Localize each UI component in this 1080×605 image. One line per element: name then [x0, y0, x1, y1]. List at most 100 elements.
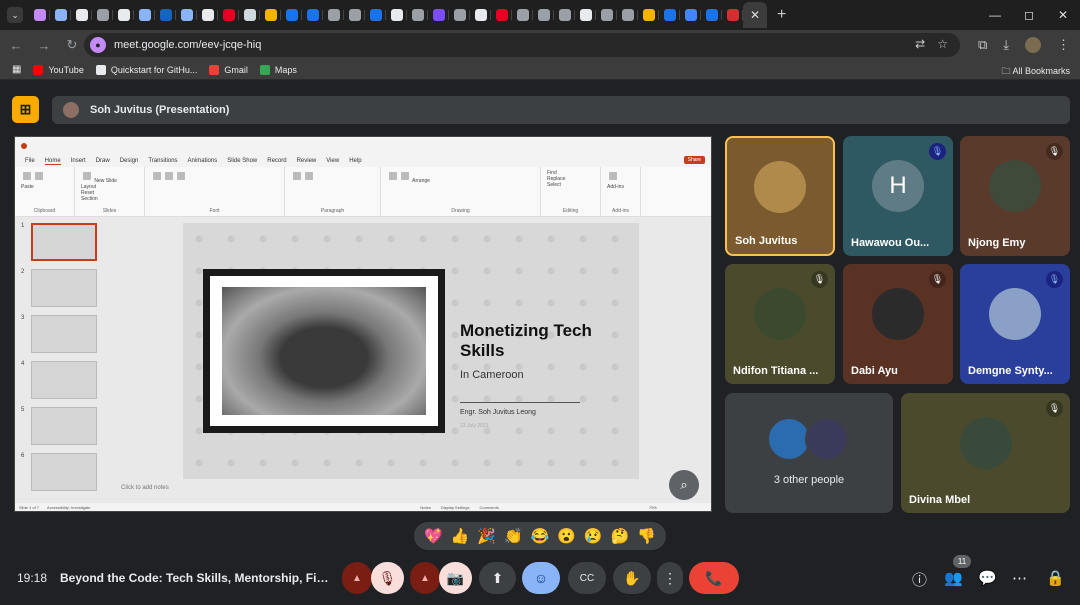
forward-icon[interactable]: → [32, 38, 56, 53]
browser-tab[interactable] [491, 2, 512, 28]
browser-tab[interactable] [533, 2, 554, 28]
browser-tab[interactable] [554, 2, 575, 28]
underline-icon[interactable] [177, 172, 185, 180]
ppt-menu-insert[interactable]: Insert [71, 158, 86, 164]
browser-tab[interactable] [302, 2, 323, 28]
bookmark-github[interactable]: Quickstart for GitHu... [95, 64, 197, 75]
reaction-emoji-button[interactable]: 🎉 [477, 527, 496, 545]
arrange-icon[interactable] [401, 172, 409, 180]
captions-button[interactable]: CC [568, 562, 606, 594]
addins-icon[interactable] [609, 172, 617, 180]
reaction-emoji-button[interactable]: 👎 [637, 527, 656, 545]
ppt-menu-record[interactable]: Record [267, 158, 286, 164]
apps-grid-icon[interactable]: ▦ [12, 64, 21, 75]
all-bookmarks-button[interactable]: 🗀 All Bookmarks [1001, 64, 1070, 80]
bookmark-maps[interactable]: Maps [259, 64, 297, 75]
browser-tab[interactable] [428, 2, 449, 28]
select-label[interactable]: Select [547, 182, 594, 188]
leave-call-button[interactable]: 📞 [689, 562, 739, 594]
meeting-info-icon[interactable]: ⓘ [912, 569, 927, 590]
browser-tab[interactable] [218, 2, 239, 28]
browser-tab[interactable] [260, 2, 281, 28]
mic-toggle-button[interactable]: 🎙 [371, 562, 404, 594]
slide-thumbnail[interactable]: 5 [21, 407, 109, 445]
browser-tab[interactable] [659, 2, 680, 28]
extensions-icon[interactable]: ⧉ [978, 37, 987, 53]
browser-tab[interactable] [701, 2, 722, 28]
translate-icon[interactable]: ⇄ [915, 37, 925, 51]
minimize-button[interactable]: — [978, 0, 1012, 30]
participant-tile-hawawou[interactable]: 🎙 H Hawawou Ou... [843, 136, 953, 256]
browser-tab[interactable] [617, 2, 638, 28]
new-tab-button[interactable]: + [777, 6, 786, 24]
ppt-menu-draw[interactable]: Draw [96, 158, 110, 164]
maximize-button[interactable]: ◻ [1012, 0, 1046, 30]
browser-tab[interactable] [50, 2, 71, 28]
arrange-label[interactable]: Arrange [412, 178, 430, 184]
present-now-button[interactable]: ⬆ [479, 562, 516, 594]
close-window-button[interactable]: ✕ [1046, 0, 1080, 30]
browser-tab[interactable] [29, 2, 50, 28]
notes-toggle[interactable]: Notes [420, 505, 430, 510]
ppt-menu-design[interactable]: Design [120, 158, 139, 164]
italic-icon[interactable] [165, 172, 173, 180]
browser-tab[interactable] [281, 2, 302, 28]
slide-thumbnail[interactable]: 3 [21, 315, 109, 353]
back-icon[interactable]: ← [4, 38, 28, 53]
people-icon[interactable]: 👥 [944, 569, 963, 587]
bullets-icon[interactable] [293, 172, 301, 180]
browser-tab[interactable] [407, 2, 428, 28]
participant-tile-njong-emy[interactable]: 🎙 Njong Emy [960, 136, 1070, 256]
browser-tab[interactable] [323, 2, 344, 28]
slide-thumbnail[interactable]: 2 [21, 269, 109, 307]
browser-tab[interactable] [176, 2, 197, 28]
browser-tab[interactable] [239, 2, 260, 28]
paste-icon[interactable] [23, 172, 31, 180]
browser-tab[interactable] [680, 2, 701, 28]
host-controls-lock-icon[interactable]: 🔒 [1046, 569, 1065, 587]
bookmark-gmail[interactable]: Gmail [209, 64, 248, 75]
url-input[interactable]: ● meet.google.com/eev-jcqe-hiq ⇄ ☆ [84, 33, 960, 57]
ppt-menu-slideshow[interactable]: Slide Show [227, 158, 257, 164]
participant-tile-soh-juvitus[interactable]: Soh Juvitus [725, 136, 835, 256]
browser-tab[interactable] [449, 2, 470, 28]
bookmark-star-icon[interactable]: ☆ [937, 37, 948, 51]
cut-icon[interactable] [35, 172, 43, 180]
reaction-emoji-button[interactable]: 👏 [504, 527, 523, 545]
reaction-emoji-button[interactable]: 😂 [531, 527, 550, 545]
audio-options-chevron-icon[interactable]: ▲ [342, 562, 372, 594]
browser-tab[interactable] [575, 2, 596, 28]
accessibility-status[interactable]: Accessibility: Investigate [47, 505, 90, 510]
camera-toggle-button[interactable]: 📷 [439, 562, 472, 594]
ppt-share-button[interactable]: Share [683, 156, 705, 164]
ppt-menu-file[interactable]: File [25, 158, 35, 164]
active-tab-close-icon[interactable]: ✕ [743, 2, 767, 28]
ppt-menu-home[interactable]: Home [44, 158, 61, 165]
browser-tab[interactable] [722, 2, 743, 28]
shapes-icon[interactable] [389, 172, 397, 180]
browser-tab[interactable] [470, 2, 491, 28]
bold-icon[interactable] [153, 172, 161, 180]
chat-icon[interactable]: 💬 [978, 569, 997, 587]
slide-thumbnail[interactable]: 4 [21, 361, 109, 399]
browser-tab[interactable] [512, 2, 533, 28]
ppt-menu-transitions[interactable]: Transitions [148, 158, 177, 164]
slide-thumbnail[interactable]: 1 [21, 223, 109, 261]
ppt-menu-review[interactable]: Review [297, 158, 317, 164]
browser-tab[interactable] [386, 2, 407, 28]
raise-hand-button[interactable]: ✋ [613, 562, 651, 594]
download-icon[interactable]: ⤓ [1003, 37, 1009, 53]
participant-tile-divina-mbel[interactable]: 🎙 Divina Mbel [901, 393, 1070, 513]
slide-thumbnail[interactable]: 6 [21, 453, 109, 491]
display-settings[interactable]: Display Settings [441, 505, 470, 510]
video-options-chevron-icon[interactable]: ▲ [410, 562, 440, 594]
reload-icon[interactable]: ↻ [60, 37, 84, 53]
site-info-icon[interactable]: ● [90, 37, 106, 53]
comments-toggle[interactable]: Comments [480, 505, 499, 510]
browser-tab[interactable] [638, 2, 659, 28]
participant-tile-others[interactable]: 3 other people [725, 393, 893, 513]
browser-tab[interactable] [134, 2, 155, 28]
meet-presentation-logo-icon[interactable]: ⊞ [12, 96, 39, 123]
bookmark-youtube[interactable]: YouTube [33, 64, 84, 75]
browser-tab[interactable] [92, 2, 113, 28]
